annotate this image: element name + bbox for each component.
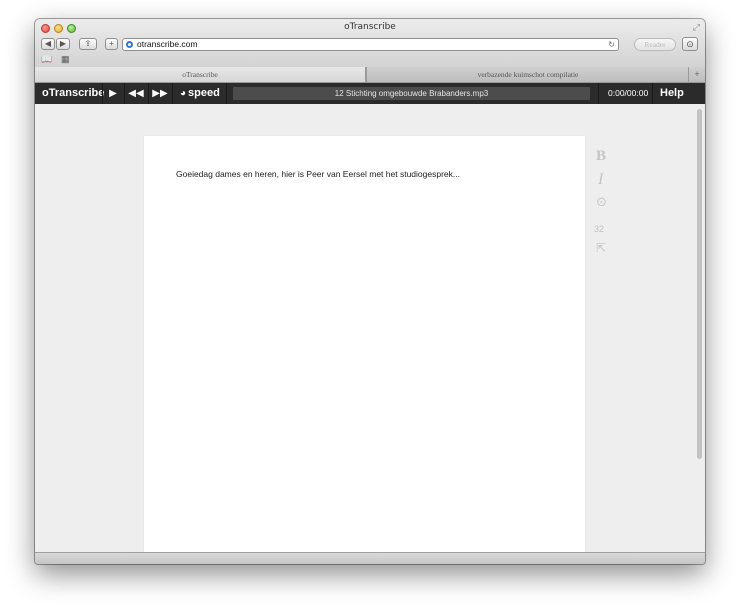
export-icon[interactable]: ⇱: [596, 241, 606, 255]
file-name: 12 Stichting omgebouwde Brabanders.mp3: [334, 89, 489, 98]
play-button[interactable]: ▶: [103, 83, 123, 104]
forward-button[interactable]: ▶: [56, 38, 70, 50]
window-title: oTranscribe: [344, 22, 396, 32]
word-count: 32: [594, 224, 605, 234]
timestamp-clock-icon[interactable]: ⊙: [596, 195, 607, 210]
play-icon: ▶: [109, 88, 117, 99]
address-bar[interactable]: otranscribe.com ↻: [122, 38, 619, 51]
tab-bar: oTranscribe verbazende kuimschot compila…: [35, 67, 705, 83]
browser-window: oTranscribe ⤢ ◀ ▶ ⇪ + otranscribe.com ↻ …: [35, 19, 705, 564]
title-bar: oTranscribe ⤢ ◀ ▶ ⇪ + otranscribe.com ↻ …: [35, 19, 705, 68]
rewind-button[interactable]: ◀◀: [125, 83, 147, 104]
site-icon: [126, 41, 133, 48]
speed-label: speed: [188, 87, 220, 99]
reader-button[interactable]: Reader: [634, 38, 676, 51]
italic-button[interactable]: I: [598, 171, 603, 189]
time-display: 0:00/00:00: [608, 88, 649, 98]
transcript-editor[interactable]: Goeiedag dames en heren, hier is Peer va…: [144, 136, 585, 558]
divider: [598, 83, 599, 104]
top-sites-grid-icon[interactable]: ▦: [61, 54, 70, 65]
divider: [172, 83, 173, 104]
bold-button[interactable]: B: [596, 148, 606, 165]
fullscreen-icon[interactable]: ⤢: [693, 22, 700, 33]
transcript-text[interactable]: Goeiedag dames en heren, hier is Peer va…: [176, 168, 460, 180]
speed-button[interactable]: ◕ speed: [180, 83, 220, 104]
app-toolbar: oTranscribe ▶ ◀◀ ▶▶ ◕ speed 12 Stichting …: [35, 83, 705, 104]
app-logo[interactable]: oTranscribe: [42, 83, 104, 104]
audio-progress-bar[interactable]: 12 Stichting omgebouwde Brabanders.mp3: [233, 87, 590, 100]
divider: [652, 83, 653, 104]
share-button[interactable]: ⇪: [79, 38, 97, 50]
address-url: otranscribe.com: [137, 39, 198, 49]
add-bookmark-button[interactable]: +: [105, 38, 118, 50]
status-bar: [35, 552, 705, 564]
rewind-icon: ◀◀: [128, 88, 144, 99]
back-button[interactable]: ◀: [41, 38, 55, 50]
fast-forward-button[interactable]: ▶▶: [149, 83, 171, 104]
gauge-icon: ◕: [180, 88, 187, 99]
divider: [226, 83, 227, 104]
scrollbar[interactable]: [697, 109, 702, 459]
downloads-button[interactable]: ⊙: [682, 37, 698, 51]
bookmarks-book-icon[interactable]: 📖: [41, 54, 52, 65]
new-tab-button[interactable]: +: [688, 67, 705, 82]
help-button[interactable]: Help: [660, 83, 684, 104]
tab-verbazende[interactable]: verbazende kuimschot compilatie: [366, 67, 689, 82]
reload-icon[interactable]: ↻: [608, 39, 615, 50]
tab-otranscribe[interactable]: oTranscribe: [35, 67, 366, 82]
fast-forward-icon: ▶▶: [152, 88, 168, 99]
